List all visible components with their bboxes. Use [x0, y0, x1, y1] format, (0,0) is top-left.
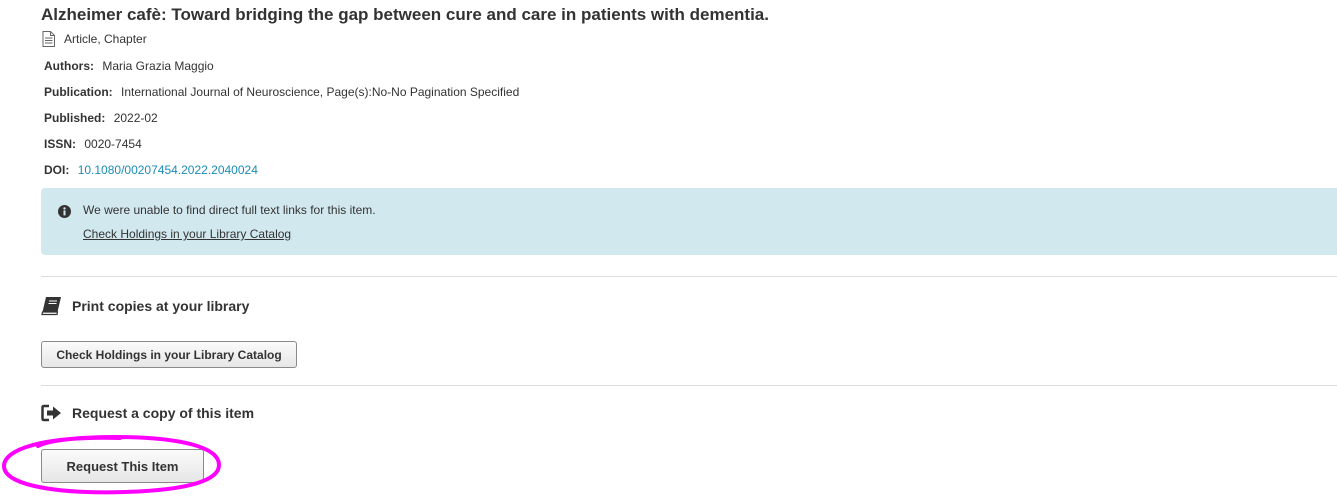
authors-value: Maria Grazia Maggio: [102, 59, 214, 73]
no-fulltext-alert: We were unable to find direct full text …: [41, 188, 1337, 255]
section-divider: [41, 276, 1337, 277]
doi-label: DOI:: [44, 163, 70, 177]
document-icon: [42, 31, 55, 47]
request-this-item-button[interactable]: Request This Item: [41, 449, 204, 483]
published-row: Published: 2022-02: [44, 111, 158, 125]
published-value: 2022-02: [113, 111, 158, 125]
sign-out-icon: [41, 404, 61, 422]
published-label: Published:: [44, 111, 106, 125]
publication-row: Publication: International Journal of Ne…: [44, 85, 519, 99]
item-title: Alzheimer cafè: Toward bridging the gap …: [41, 5, 769, 24]
book-icon: [41, 297, 61, 316]
item-detail-page: Alzheimer cafè: Toward bridging the gap …: [0, 0, 1337, 500]
doi-row: DOI: 10.1080/00207454.2022.2040024: [44, 163, 258, 177]
authors-label: Authors:: [44, 59, 94, 73]
check-holdings-button[interactable]: Check Holdings in your Library Catalog: [41, 341, 297, 368]
issn-value: 0020-7454: [84, 137, 142, 151]
publication-value: International Journal of Neuroscience, P…: [121, 85, 520, 99]
authors-row: Authors: Maria Grazia Maggio: [44, 59, 214, 73]
print-copies-heading: Print copies at your library: [41, 296, 249, 316]
doi-link[interactable]: 10.1080/00207454.2022.2040024: [78, 163, 258, 177]
check-holdings-link[interactable]: Check Holdings in your Library Catalog: [83, 227, 291, 241]
publication-label: Publication:: [44, 85, 113, 99]
request-copy-heading: Request a copy of this item: [41, 404, 254, 422]
issn-row: ISSN: 0020-7454: [44, 137, 142, 151]
alert-message: We were unable to find direct full text …: [83, 203, 376, 217]
issn-label: ISSN:: [44, 137, 77, 151]
request-copy-heading-text: Request a copy of this item: [72, 405, 255, 421]
item-type-label: Article, Chapter: [64, 32, 147, 46]
section-divider: [41, 385, 1337, 386]
print-copies-heading-text: Print copies at your library: [72, 298, 250, 314]
item-type: Article, Chapter: [42, 31, 147, 47]
info-icon: [58, 205, 71, 218]
